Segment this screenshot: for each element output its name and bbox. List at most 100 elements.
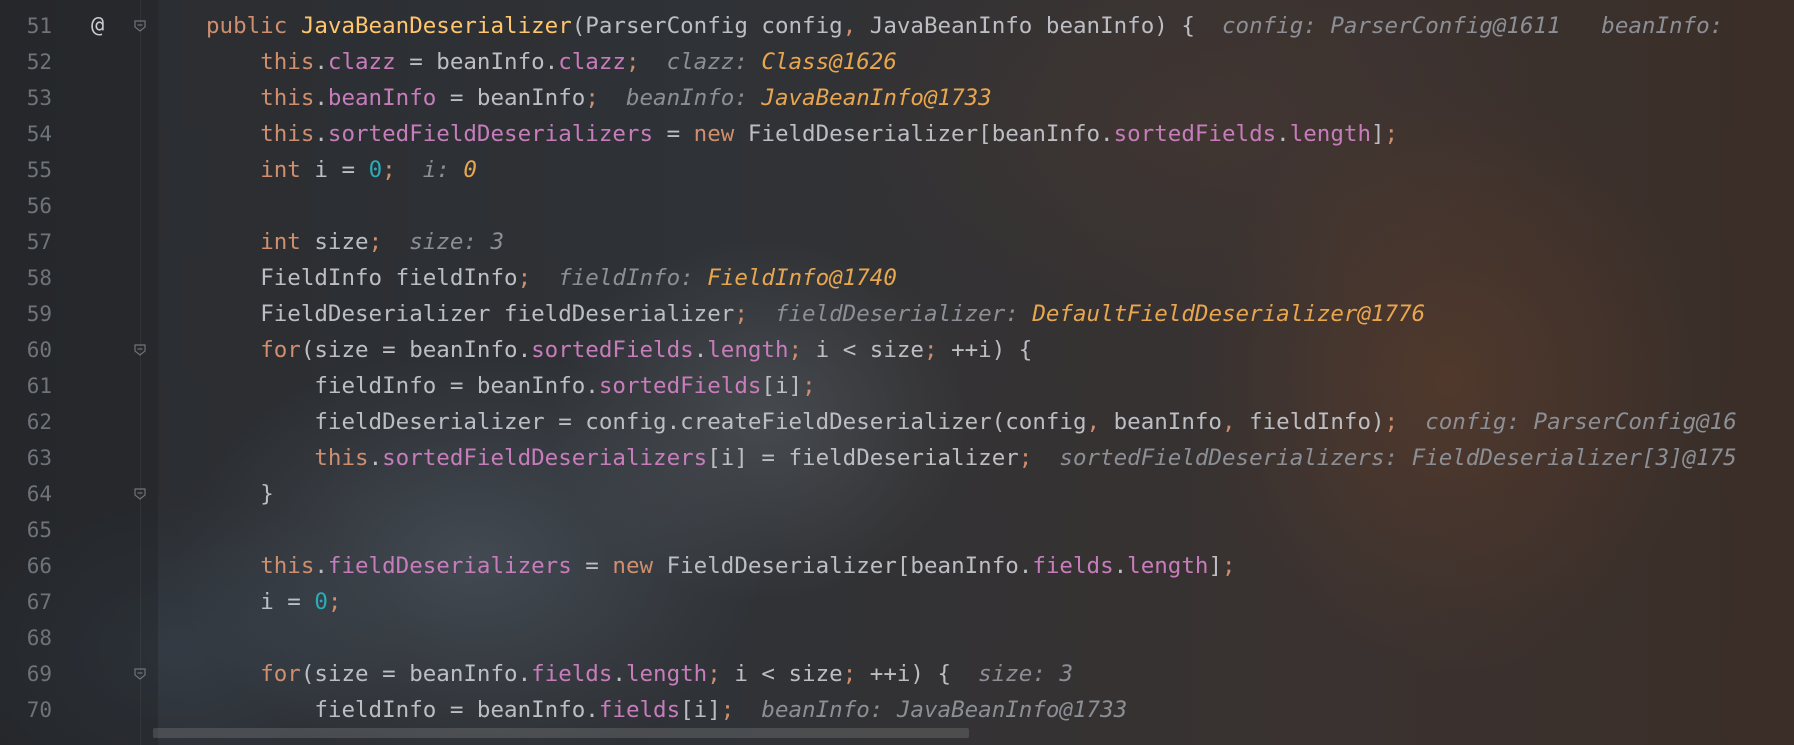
code-token: ; — [923, 337, 938, 363]
code-token: fields — [531, 661, 613, 687]
line-number: 53 — [26, 86, 52, 110]
code-token: public — [206, 13, 301, 39]
code-token: i = — [314, 157, 369, 183]
inline-debug-hint: size: 3 — [409, 229, 505, 255]
code-token: length — [1289, 121, 1371, 147]
code-line[interactable]: 62 fieldDeserializer = config.createFiel… — [0, 404, 1794, 440]
line-number: 62 — [26, 410, 52, 434]
fold-toggle-icon[interactable] — [133, 487, 147, 501]
fold-toggle-icon[interactable] — [133, 343, 147, 357]
code-line[interactable]: 65 — [0, 512, 1794, 548]
code-line[interactable]: 52 this.clazz = beanInfo.clazz; clazz: C… — [0, 44, 1794, 80]
inline-debug-hint: beanInfo: — [625, 85, 762, 111]
code-text: this.beanInfo = beanInfo; beanInfo: Java… — [206, 80, 992, 116]
code-token: 0 — [314, 589, 328, 615]
code-token: FieldDeserializer[beanInfo. — [747, 121, 1114, 147]
code-token: ; — [734, 301, 748, 327]
code-token: size — [314, 229, 369, 255]
code-token: ++i) { — [937, 337, 1033, 363]
inline-debug-hint: sortedFieldDeserializers: FieldDeseriali… — [1059, 445, 1737, 471]
line-number: 66 — [26, 554, 52, 578]
fold-toggle-icon[interactable] — [133, 19, 147, 33]
code-line[interactable]: 53 this.beanInfo = beanInfo; beanInfo: J… — [0, 80, 1794, 116]
line-number: 67 — [26, 590, 52, 614]
code-line[interactable]: 68 — [0, 620, 1794, 656]
line-number: 55 — [26, 158, 52, 182]
code-token: fields — [598, 697, 681, 723]
code-text: FieldInfo fieldInfo; fieldInfo: FieldInf… — [206, 260, 897, 296]
code-token: ; — [517, 265, 532, 291]
code-line[interactable]: 70 fieldInfo = beanInfo.fields[i]; beanI… — [0, 692, 1794, 728]
code-token: JavaBeanInfo beanInfo) { — [856, 13, 1195, 39]
code-token: FieldDeserializer fieldDeserializer — [260, 301, 735, 327]
code-token: sortedFields — [531, 337, 694, 363]
inline-debug-hint: 0 — [463, 157, 477, 183]
code-token: , — [842, 13, 857, 39]
code-line[interactable]: 56 — [0, 188, 1794, 224]
code-line[interactable]: 64 } — [0, 476, 1794, 512]
code-line[interactable]: 57 int size; size: 3 — [0, 224, 1794, 260]
code-token: . — [1113, 553, 1128, 579]
code-token: ++i) { — [856, 661, 952, 687]
code-token: [i] — [680, 697, 721, 723]
code-line[interactable]: 51 @ public JavaBeanDeserializer(ParserCon… — [0, 8, 1794, 44]
code-line[interactable]: 63 this.sortedFieldDeserializers[i] = fi… — [0, 440, 1794, 476]
code-line[interactable]: 60 for(size = beanInfo.sortedFields.leng… — [0, 332, 1794, 368]
code-token: ; — [368, 229, 383, 255]
fold-toggle-icon[interactable] — [133, 667, 147, 681]
code-token: FieldDeserializer[beanInfo. — [666, 553, 1033, 579]
code-token: i < size — [802, 337, 924, 363]
code-token: . — [314, 121, 328, 147]
code-text: this.sortedFieldDeserializers[i] = field… — [206, 440, 1737, 476]
code-token: ; — [707, 661, 721, 687]
code-line[interactable]: 58 FieldInfo fieldInfo; fieldInfo: Field… — [0, 260, 1794, 296]
inline-debug-hint: DefaultFieldDeserializer@1776 — [1032, 301, 1426, 327]
code-editor[interactable]: 51 @ public JavaBeanDeserializer(ParserCon… — [0, 0, 1794, 745]
code-token: , — [1221, 409, 1236, 435]
code-text: this.sortedFieldDeserializers = new Fiel… — [206, 116, 1398, 152]
code-token: fieldDeserializer = config.createFieldDe… — [314, 409, 1087, 435]
code-token: (size = beanInfo. — [300, 337, 532, 363]
code-token: fields — [1032, 553, 1114, 579]
code-token: i < size — [720, 661, 843, 687]
code-token: fieldInfo) — [1235, 409, 1385, 435]
code-line[interactable]: 54 this.sortedFieldDeserializers = new F… — [0, 116, 1794, 152]
code-token: sortedFields — [1113, 121, 1277, 147]
code-line[interactable]: 61 fieldInfo = beanInfo.sortedFields[i]; — [0, 368, 1794, 404]
code-token: ; — [585, 85, 599, 111]
line-number: 64 — [26, 482, 52, 506]
line-number: 68 — [26, 626, 52, 650]
inline-debug-hint: beanInfo: — [1601, 13, 1737, 39]
code-token: fieldInfo = beanInfo. — [314, 697, 599, 723]
code-text: this.clazz = beanInfo.clazz; clazz: Clas… — [206, 44, 897, 80]
code-line[interactable]: 55 int i = 0; i: 0 — [0, 152, 1794, 188]
code-token: FieldInfo fieldInfo — [260, 265, 518, 291]
line-number: 51 — [26, 14, 52, 38]
code-text: int size; size: 3 — [206, 224, 504, 260]
code-token: ; — [720, 697, 735, 723]
inline-debug-hint: fieldInfo: — [558, 265, 708, 291]
code-token: JavaBeanDeserializer — [300, 13, 572, 39]
code-token: 0 — [368, 157, 383, 183]
code-token: beanInfo — [327, 85, 437, 111]
inline-debug-hint: Class@1626 — [761, 49, 897, 75]
code-line[interactable]: 66 this.fieldDeserializers = new FieldDe… — [0, 548, 1794, 584]
code-line[interactable]: 59 FieldDeserializer fieldDeserializer; … — [0, 296, 1794, 332]
code-token: ; — [1222, 553, 1236, 579]
code-text: public JavaBeanDeserializer(ParserConfig… — [206, 8, 1737, 44]
code-line[interactable]: 69 for(size = beanInfo.fields.length; i … — [0, 656, 1794, 692]
inline-debug-hint: beanInfo: JavaBeanInfo@1733 — [761, 697, 1128, 723]
code-token: ; — [802, 373, 816, 399]
code-line[interactable]: 67 i = 0; — [0, 584, 1794, 620]
override-marker-icon[interactable]: @ — [91, 8, 104, 44]
code-text: fieldDeserializer = config.createFieldDe… — [206, 404, 1736, 440]
line-number: 57 — [26, 230, 52, 254]
horizontal-scrollbar[interactable] — [153, 728, 969, 738]
code-token: ] — [1371, 121, 1385, 147]
